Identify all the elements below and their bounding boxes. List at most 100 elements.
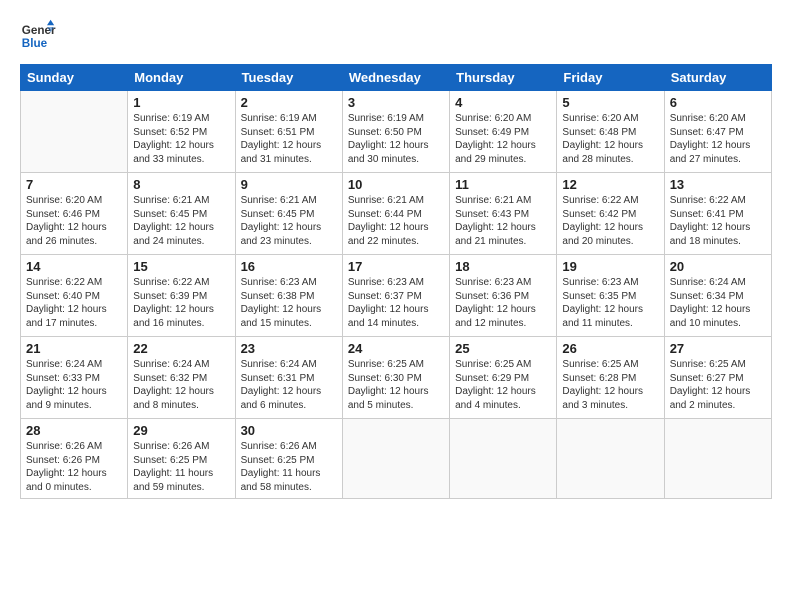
calendar-cell bbox=[450, 419, 557, 499]
day-number: 20 bbox=[670, 259, 766, 274]
page: General Blue SundayMondayTuesdayWednesda… bbox=[0, 0, 792, 612]
day-info: Sunrise: 6:21 AM Sunset: 6:43 PM Dayligh… bbox=[455, 194, 551, 248]
calendar-week-row: 14 Sunrise: 6:22 AM Sunset: 6:40 PM Dayli… bbox=[21, 255, 772, 337]
calendar-header-sunday: Sunday bbox=[21, 65, 128, 91]
calendar-cell: 22 Sunrise: 6:24 AM Sunset: 6:32 PM Dayli… bbox=[128, 337, 235, 419]
day-number: 12 bbox=[562, 177, 658, 192]
day-number: 10 bbox=[348, 177, 444, 192]
calendar-cell bbox=[557, 419, 664, 499]
day-number: 26 bbox=[562, 341, 658, 356]
calendar-week-row: 7Sunrise: 6:20 AM Sunset: 6:46 PM Daylig… bbox=[21, 173, 772, 255]
day-info: Sunrise: 6:26 AM Sunset: 6:25 PM Dayligh… bbox=[133, 440, 229, 494]
day-info: Sunrise: 6:24 AM Sunset: 6:31 PM Dayligh… bbox=[241, 358, 337, 412]
calendar-header-row: SundayMondayTuesdayWednesdayThursdayFrid… bbox=[21, 65, 772, 91]
day-number: 2 bbox=[241, 95, 337, 110]
calendar-cell: 13 Sunrise: 6:22 AM Sunset: 6:41 PM Dayli… bbox=[664, 173, 771, 255]
day-number: 18 bbox=[455, 259, 551, 274]
day-info: Sunrise: 6:20 AM Sunset: 6:46 PM Dayligh… bbox=[26, 194, 122, 248]
svg-text:Blue: Blue bbox=[22, 37, 48, 50]
day-number: 19 bbox=[562, 259, 658, 274]
day-number: 13 bbox=[670, 177, 766, 192]
day-number: 23 bbox=[241, 341, 337, 356]
day-info: Sunrise: 6:20 AM Sunset: 6:49 PM Dayligh… bbox=[455, 112, 551, 166]
calendar-cell: 23 Sunrise: 6:24 AM Sunset: 6:31 PM Dayli… bbox=[235, 337, 342, 419]
day-number: 3 bbox=[348, 95, 444, 110]
calendar-cell: 15 Sunrise: 6:22 AM Sunset: 6:39 PM Dayli… bbox=[128, 255, 235, 337]
day-info: Sunrise: 6:26 AM Sunset: 6:26 PM Dayligh… bbox=[26, 440, 122, 494]
day-info: Sunrise: 6:19 AM Sunset: 6:50 PM Dayligh… bbox=[348, 112, 444, 166]
day-number: 25 bbox=[455, 341, 551, 356]
calendar-week-row: 1 Sunrise: 6:19 AM Sunset: 6:52 PM Daylig… bbox=[21, 91, 772, 173]
day-number: 28 bbox=[26, 423, 122, 438]
calendar-cell: 26 Sunrise: 6:25 AM Sunset: 6:28 PM Dayli… bbox=[557, 337, 664, 419]
calendar-header-friday: Friday bbox=[557, 65, 664, 91]
calendar-cell: 1 Sunrise: 6:19 AM Sunset: 6:52 PM Daylig… bbox=[128, 91, 235, 173]
calendar-cell: 30 Sunrise: 6:26 AM Sunset: 6:25 PM Dayli… bbox=[235, 419, 342, 499]
calendar-cell: 12Sunrise: 6:22 AM Sunset: 6:42 PM Dayli… bbox=[557, 173, 664, 255]
calendar-cell: 11 Sunrise: 6:21 AM Sunset: 6:43 PM Dayli… bbox=[450, 173, 557, 255]
calendar-cell: 14 Sunrise: 6:22 AM Sunset: 6:40 PM Dayli… bbox=[21, 255, 128, 337]
calendar-cell: 24 Sunrise: 6:25 AM Sunset: 6:30 PM Dayli… bbox=[342, 337, 449, 419]
calendar-cell: 4 Sunrise: 6:20 AM Sunset: 6:49 PM Daylig… bbox=[450, 91, 557, 173]
day-info: Sunrise: 6:23 AM Sunset: 6:38 PM Dayligh… bbox=[241, 276, 337, 330]
logo-icon: General Blue bbox=[20, 18, 56, 54]
day-info: Sunrise: 6:25 AM Sunset: 6:30 PM Dayligh… bbox=[348, 358, 444, 412]
calendar-cell: 5Sunrise: 6:20 AM Sunset: 6:48 PM Daylig… bbox=[557, 91, 664, 173]
day-number: 6 bbox=[670, 95, 766, 110]
logo: General Blue bbox=[20, 18, 56, 54]
day-info: Sunrise: 6:24 AM Sunset: 6:32 PM Dayligh… bbox=[133, 358, 229, 412]
day-number: 21 bbox=[26, 341, 122, 356]
day-info: Sunrise: 6:21 AM Sunset: 6:45 PM Dayligh… bbox=[133, 194, 229, 248]
day-number: 29 bbox=[133, 423, 229, 438]
calendar-cell: 6 Sunrise: 6:20 AM Sunset: 6:47 PM Daylig… bbox=[664, 91, 771, 173]
calendar-cell: 20Sunrise: 6:24 AM Sunset: 6:34 PM Dayli… bbox=[664, 255, 771, 337]
calendar-header-saturday: Saturday bbox=[664, 65, 771, 91]
day-info: Sunrise: 6:21 AM Sunset: 6:45 PM Dayligh… bbox=[241, 194, 337, 248]
calendar-cell: 9 Sunrise: 6:21 AM Sunset: 6:45 PM Daylig… bbox=[235, 173, 342, 255]
day-number: 9 bbox=[241, 177, 337, 192]
calendar-table: SundayMondayTuesdayWednesdayThursdayFrid… bbox=[20, 64, 772, 499]
calendar-cell: 27Sunrise: 6:25 AM Sunset: 6:27 PM Dayli… bbox=[664, 337, 771, 419]
day-number: 4 bbox=[455, 95, 551, 110]
day-number: 22 bbox=[133, 341, 229, 356]
calendar-week-row: 28 Sunrise: 6:26 AM Sunset: 6:26 PM Dayli… bbox=[21, 419, 772, 499]
calendar-cell: 21 Sunrise: 6:24 AM Sunset: 6:33 PM Dayli… bbox=[21, 337, 128, 419]
calendar-cell: 28 Sunrise: 6:26 AM Sunset: 6:26 PM Dayli… bbox=[21, 419, 128, 499]
day-info: Sunrise: 6:20 AM Sunset: 6:47 PM Dayligh… bbox=[670, 112, 766, 166]
day-number: 27 bbox=[670, 341, 766, 356]
calendar-cell bbox=[21, 91, 128, 173]
day-info: Sunrise: 6:23 AM Sunset: 6:36 PM Dayligh… bbox=[455, 276, 551, 330]
calendar-cell: 8 Sunrise: 6:21 AM Sunset: 6:45 PM Daylig… bbox=[128, 173, 235, 255]
day-info: Sunrise: 6:22 AM Sunset: 6:40 PM Dayligh… bbox=[26, 276, 122, 330]
calendar-cell: 2Sunrise: 6:19 AM Sunset: 6:51 PM Daylig… bbox=[235, 91, 342, 173]
calendar-cell: 7Sunrise: 6:20 AM Sunset: 6:46 PM Daylig… bbox=[21, 173, 128, 255]
day-number: 15 bbox=[133, 259, 229, 274]
calendar-header-monday: Monday bbox=[128, 65, 235, 91]
day-info: Sunrise: 6:23 AM Sunset: 6:37 PM Dayligh… bbox=[348, 276, 444, 330]
day-info: Sunrise: 6:22 AM Sunset: 6:39 PM Dayligh… bbox=[133, 276, 229, 330]
day-info: Sunrise: 6:19 AM Sunset: 6:52 PM Dayligh… bbox=[133, 112, 229, 166]
day-info: Sunrise: 6:20 AM Sunset: 6:48 PM Dayligh… bbox=[562, 112, 658, 166]
calendar-cell: 29 Sunrise: 6:26 AM Sunset: 6:25 PM Dayli… bbox=[128, 419, 235, 499]
calendar-header-tuesday: Tuesday bbox=[235, 65, 342, 91]
day-info: Sunrise: 6:26 AM Sunset: 6:25 PM Dayligh… bbox=[241, 440, 337, 494]
day-number: 8 bbox=[133, 177, 229, 192]
calendar-cell: 19 Sunrise: 6:23 AM Sunset: 6:35 PM Dayli… bbox=[557, 255, 664, 337]
day-number: 30 bbox=[241, 423, 337, 438]
calendar-header-wednesday: Wednesday bbox=[342, 65, 449, 91]
day-number: 16 bbox=[241, 259, 337, 274]
day-info: Sunrise: 6:25 AM Sunset: 6:29 PM Dayligh… bbox=[455, 358, 551, 412]
day-number: 11 bbox=[455, 177, 551, 192]
day-number: 1 bbox=[133, 95, 229, 110]
day-info: Sunrise: 6:25 AM Sunset: 6:28 PM Dayligh… bbox=[562, 358, 658, 412]
calendar-cell bbox=[342, 419, 449, 499]
day-number: 24 bbox=[348, 341, 444, 356]
day-info: Sunrise: 6:24 AM Sunset: 6:33 PM Dayligh… bbox=[26, 358, 122, 412]
day-info: Sunrise: 6:23 AM Sunset: 6:35 PM Dayligh… bbox=[562, 276, 658, 330]
day-number: 14 bbox=[26, 259, 122, 274]
calendar-cell: 3 Sunrise: 6:19 AM Sunset: 6:50 PM Daylig… bbox=[342, 91, 449, 173]
day-info: Sunrise: 6:22 AM Sunset: 6:41 PM Dayligh… bbox=[670, 194, 766, 248]
calendar-cell: 17Sunrise: 6:23 AM Sunset: 6:37 PM Dayli… bbox=[342, 255, 449, 337]
calendar-cell: 16 Sunrise: 6:23 AM Sunset: 6:38 PM Dayli… bbox=[235, 255, 342, 337]
calendar-cell: 18 Sunrise: 6:23 AM Sunset: 6:36 PM Dayli… bbox=[450, 255, 557, 337]
